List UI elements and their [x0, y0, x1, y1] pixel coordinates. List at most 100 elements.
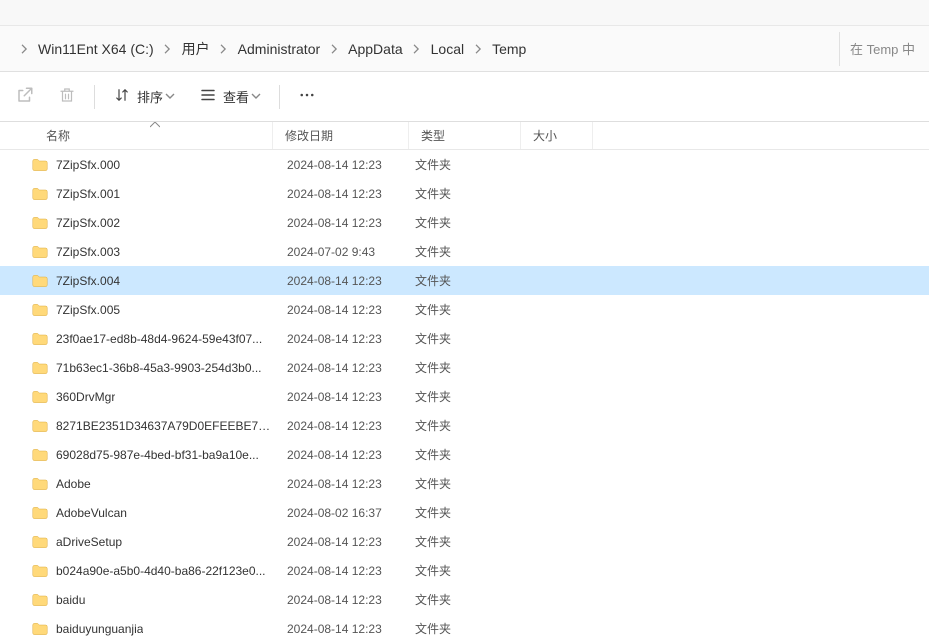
more-button[interactable]	[288, 79, 326, 115]
cell-type: 文件夹	[409, 156, 521, 173]
cell-type: 文件夹	[409, 620, 521, 637]
cell-type: 文件夹	[409, 330, 521, 347]
cell-name: 8271BE2351D34637A79D0EFEEBE7A0...	[32, 419, 273, 433]
breadcrumb-path[interactable]: Win11Ent X64 (C:) 用户 Administrator AppDa…	[4, 32, 831, 66]
cell-date: 2024-08-14 12:23	[273, 390, 409, 404]
cell-name: Adobe	[32, 477, 273, 491]
toolbar: 排序 查看	[0, 72, 929, 122]
chevron-right-icon[interactable]	[160, 44, 176, 54]
cell-type: 文件夹	[409, 272, 521, 289]
table-row[interactable]: 7ZipSfx.0022024-08-14 12:23文件夹	[0, 208, 929, 237]
column-date[interactable]: 修改日期	[273, 122, 409, 149]
items-area[interactable]: 7ZipSfx.0002024-08-14 12:23文件夹7ZipSfx.00…	[0, 150, 929, 640]
table-row[interactable]: 7ZipSfx.0042024-08-14 12:23文件夹	[0, 266, 929, 295]
file-name: b024a90e-a5b0-4d40-ba86-22f123e0...	[56, 564, 266, 578]
crumb-appdata[interactable]: AppData	[342, 32, 408, 66]
folder-icon	[32, 274, 48, 288]
cell-type: 文件夹	[409, 475, 521, 492]
folder-icon	[32, 187, 48, 201]
file-name: baidu	[56, 593, 85, 607]
table-row[interactable]: 23f0ae17-ed8b-48d4-9624-59e43f07... 2024-…	[0, 324, 929, 353]
folder-icon	[32, 303, 48, 317]
chevron-right-icon[interactable]	[16, 44, 32, 54]
chevron-right-icon[interactable]	[470, 44, 486, 54]
table-row[interactable]: 8271BE2351D34637A79D0EFEEBE7A0...2024-08…	[0, 411, 929, 440]
crumb-temp[interactable]: Temp	[486, 32, 532, 66]
folder-icon	[32, 390, 48, 404]
file-name: 360DrvMgr	[56, 390, 115, 404]
share-button[interactable]	[6, 79, 44, 115]
cell-date: 2024-07-02 9:43	[273, 245, 409, 259]
file-name: 23f0ae17-ed8b-48d4-9624-59e43f07...	[56, 332, 262, 346]
file-name: AdobeVulcan	[56, 506, 127, 520]
chevron-right-icon[interactable]	[409, 44, 425, 54]
cell-date: 2024-08-14 12:23	[273, 564, 409, 578]
chevron-right-icon[interactable]	[216, 44, 232, 54]
crumb-local[interactable]: Local	[425, 32, 470, 66]
cell-name: 23f0ae17-ed8b-48d4-9624-59e43f07...	[32, 332, 273, 346]
table-row[interactable]: aDriveSetup2024-08-14 12:23文件夹	[0, 527, 929, 556]
column-size[interactable]: 大小	[521, 122, 593, 149]
table-row[interactable]: 7ZipSfx.0032024-07-02 9:43文件夹	[0, 237, 929, 266]
cell-date: 2024-08-14 12:23	[273, 332, 409, 346]
cell-name: 7ZipSfx.001	[32, 187, 273, 201]
cell-name: AdobeVulcan	[32, 506, 273, 520]
column-name[interactable]: 名称	[0, 122, 273, 149]
table-row[interactable]: baiduyunguanjia2024-08-14 12:23文件夹	[0, 614, 929, 640]
cell-type: 文件夹	[409, 446, 521, 463]
cell-date: 2024-08-14 12:23	[273, 303, 409, 317]
cell-date: 2024-08-14 12:23	[273, 216, 409, 230]
cell-type: 文件夹	[409, 562, 521, 579]
folder-icon	[32, 216, 48, 230]
folder-icon	[32, 361, 48, 375]
table-row[interactable]: 71b63ec1-36b8-45a3-9903-254d3b0...2024-0…	[0, 353, 929, 382]
cell-name: 7ZipSfx.004	[32, 274, 273, 288]
chevron-right-icon[interactable]	[326, 44, 342, 54]
cell-type: 文件夹	[409, 359, 521, 376]
crumb-users[interactable]: 用户	[176, 32, 216, 66]
crumb-admin[interactable]: Administrator	[232, 32, 326, 66]
folder-icon	[32, 419, 48, 433]
delete-button[interactable]	[48, 79, 86, 115]
cell-type: 文件夹	[409, 591, 521, 608]
folder-icon	[32, 564, 48, 578]
column-type[interactable]: 类型	[409, 122, 521, 149]
crumb-root[interactable]	[4, 32, 16, 66]
trash-icon	[58, 86, 76, 107]
crumb-drive[interactable]: Win11Ent X64 (C:)	[32, 32, 160, 66]
file-name: 69028d75-987e-4bed-bf31-ba9a10e...	[56, 448, 259, 462]
folder-icon	[32, 332, 48, 346]
table-row[interactable]: 7ZipSfx.0052024-08-14 12:23文件夹	[0, 295, 929, 324]
cell-name: 360DrvMgr	[32, 390, 273, 404]
cell-name: baiduyunguanjia	[32, 622, 273, 636]
folder-icon	[32, 622, 48, 636]
cell-type: 文件夹	[409, 388, 521, 405]
cell-type: 文件夹	[409, 185, 521, 202]
cell-date: 2024-08-14 12:23	[273, 361, 409, 375]
table-row[interactable]: 7ZipSfx.0012024-08-14 12:23文件夹	[0, 179, 929, 208]
file-name: aDriveSetup	[56, 535, 122, 549]
cell-date: 2024-08-14 12:23	[273, 477, 409, 491]
view-button[interactable]: 查看	[189, 79, 271, 115]
table-row[interactable]: b024a90e-a5b0-4d40-ba86-22f123e0... 2024-…	[0, 556, 929, 585]
sort-indicator-icon	[150, 120, 160, 130]
table-row[interactable]: 360DrvMgr 2024-08-14 12:23文件夹	[0, 382, 929, 411]
cell-name: 7ZipSfx.003	[32, 245, 273, 259]
toolbar-separator	[94, 85, 95, 109]
search-input[interactable]: 在 Temp 中	[839, 32, 925, 66]
table-row[interactable]: 7ZipSfx.000 2024-08-14 12:23文件夹	[0, 150, 929, 179]
cell-date: 2024-08-14 12:23	[273, 593, 409, 607]
cell-name: b024a90e-a5b0-4d40-ba86-22f123e0...	[32, 564, 273, 578]
cell-name: 71b63ec1-36b8-45a3-9903-254d3b0...	[32, 361, 273, 375]
column-headers: 名称 修改日期 类型 大小	[0, 122, 929, 150]
table-row[interactable]: baidu 2024-08-14 12:23文件夹	[0, 585, 929, 614]
file-name: 7ZipSfx.005	[56, 303, 120, 317]
cell-name: 7ZipSfx.002	[32, 216, 273, 230]
sort-button[interactable]: 排序	[103, 79, 185, 115]
table-row[interactable]: Adobe2024-08-14 12:23文件夹	[0, 469, 929, 498]
file-name: 7ZipSfx.000	[56, 158, 120, 172]
table-row[interactable]: AdobeVulcan2024-08-02 16:37文件夹	[0, 498, 929, 527]
table-row[interactable]: 69028d75-987e-4bed-bf31-ba9a10e...2024-0…	[0, 440, 929, 469]
cell-date: 2024-08-14 12:23	[273, 535, 409, 549]
cell-date: 2024-08-14 12:23	[273, 158, 409, 172]
